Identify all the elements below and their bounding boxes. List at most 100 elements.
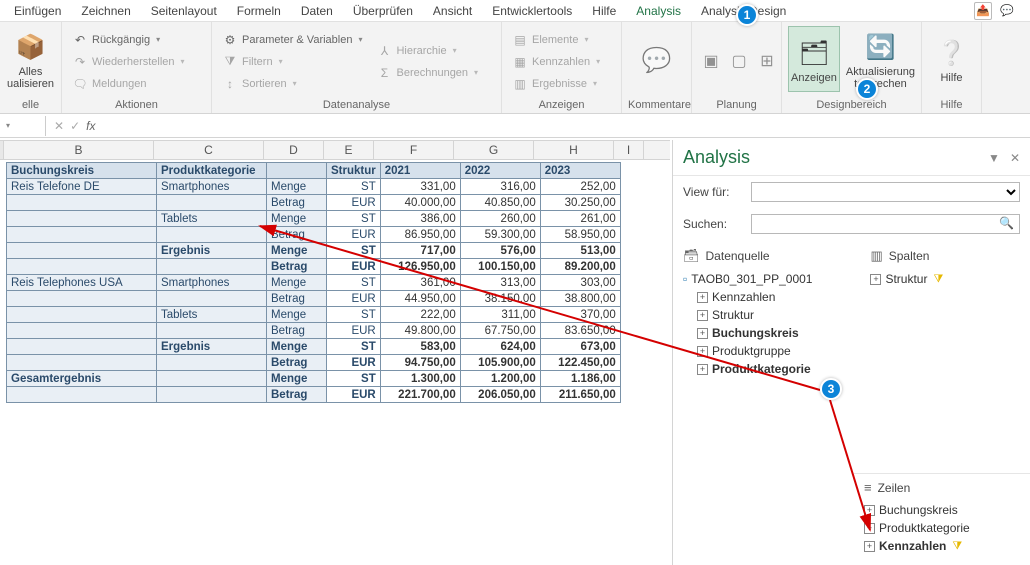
row-label[interactable]: Betrag: [267, 291, 327, 307]
row-label[interactable]: [157, 291, 267, 307]
cell-value[interactable]: 100.150,00: [460, 259, 540, 275]
comments-button[interactable]: 💬: [628, 26, 685, 92]
ds-item-produktgruppe[interactable]: + Produktgruppe: [683, 342, 862, 360]
row-label[interactable]: Gesamtergebnis: [7, 371, 157, 387]
cell-value[interactable]: 38.150,00: [460, 291, 540, 307]
params-button[interactable]: ⚙Parameter & Variablen▾: [218, 30, 366, 50]
designpanel-update-button[interactable]: 🔄 Aktualisierung terbrechen: [846, 26, 915, 92]
cell-value[interactable]: ST: [327, 179, 381, 195]
cell-value[interactable]: 311,00: [460, 307, 540, 323]
column-header-I[interactable]: I: [614, 141, 644, 159]
table-header[interactable]: 2022: [460, 163, 540, 179]
row-label[interactable]: Ergebnis: [157, 243, 267, 259]
row-label[interactable]: Tablets: [157, 211, 267, 227]
table-header[interactable]: 2021: [380, 163, 460, 179]
share-icon[interactable]: 📤: [974, 2, 992, 20]
row-label[interactable]: Menge: [267, 275, 327, 291]
columns-item-struktur[interactable]: + Struktur ⧩: [870, 270, 1020, 288]
cell-value[interactable]: 673,00: [540, 339, 620, 355]
cell-value[interactable]: 260,00: [460, 211, 540, 227]
menu-hilfe[interactable]: Hilfe: [582, 2, 626, 20]
cell-value[interactable]: 331,00: [380, 179, 460, 195]
cell-value[interactable]: 40.850,00: [460, 195, 540, 211]
row-label[interactable]: Betrag: [267, 323, 327, 339]
menu-zeichnen[interactable]: Zeichnen: [71, 2, 140, 20]
cell-value[interactable]: 361,00: [380, 275, 460, 291]
column-header-F[interactable]: F: [374, 141, 454, 159]
cell-value[interactable]: 30.250,00: [540, 195, 620, 211]
cell-value[interactable]: EUR: [327, 259, 381, 275]
cell-value[interactable]: ST: [327, 371, 381, 387]
column-header-B[interactable]: B: [4, 141, 154, 159]
search-icon[interactable]: 🔍: [999, 216, 1014, 230]
column-header-D[interactable]: D: [264, 141, 324, 159]
sort-button[interactable]: ↕Sortieren▾: [218, 74, 366, 94]
name-box[interactable]: ▾: [0, 116, 46, 136]
formula-input[interactable]: [103, 117, 1030, 135]
cell-value[interactable]: 83.650,00: [540, 323, 620, 339]
menu-einfügen[interactable]: Einfügen: [4, 2, 71, 20]
cell-value[interactable]: 717,00: [380, 243, 460, 259]
cell-value[interactable]: ST: [327, 307, 381, 323]
table-header[interactable]: 2023: [540, 163, 620, 179]
redo-button[interactable]: ↷Wiederherstellen▾: [68, 52, 189, 72]
row-label[interactable]: Betrag: [267, 259, 327, 275]
cell-value[interactable]: 370,00: [540, 307, 620, 323]
comment-icon[interactable]: 💬: [998, 2, 1016, 20]
fx-icon[interactable]: fx: [86, 119, 95, 133]
row-label[interactable]: [157, 387, 267, 403]
measures-button[interactable]: ▦Kennzahlen▾: [508, 52, 604, 72]
messages-button[interactable]: 🗨Meldungen: [68, 74, 189, 94]
cell-value[interactable]: 1.200,00: [460, 371, 540, 387]
cell-value[interactable]: ST: [327, 275, 381, 291]
pane-menu-icon[interactable]: ▼: [988, 151, 1000, 165]
cell-value[interactable]: 38.800,00: [540, 291, 620, 307]
cell-value[interactable]: 49.800,00: [380, 323, 460, 339]
cell-value[interactable]: ST: [327, 211, 381, 227]
cell-value[interactable]: 59.300,00: [460, 227, 540, 243]
cell-value[interactable]: EUR: [327, 195, 381, 211]
cell-value[interactable]: 576,00: [460, 243, 540, 259]
cell-value[interactable]: 44.950,00: [380, 291, 460, 307]
row-label[interactable]: Betrag: [267, 227, 327, 243]
cell-value[interactable]: ST: [327, 339, 381, 355]
rows-item-kennzahlen[interactable]: + Kennzahlen ⧩: [864, 537, 1020, 555]
row-label[interactable]: [157, 323, 267, 339]
cell-value[interactable]: 1.186,00: [540, 371, 620, 387]
filter-button[interactable]: ⧩Filtern▾: [218, 52, 366, 72]
row-label[interactable]: Ergebnis: [157, 339, 267, 355]
cell-value[interactable]: 58.950,00: [540, 227, 620, 243]
planning-btn2[interactable]: ▢: [726, 26, 752, 92]
ds-root[interactable]: ▫ TAOB0_301_PP_0001: [683, 270, 862, 288]
datasource-tree[interactable]: ▫ TAOB0_301_PP_0001+ Kennzahlen+ Struktu…: [683, 270, 862, 378]
cell-value[interactable]: 67.750,00: [460, 323, 540, 339]
cell-value[interactable]: 513,00: [540, 243, 620, 259]
row-label[interactable]: Tablets: [157, 307, 267, 323]
menu-analysis[interactable]: Analysis: [626, 2, 691, 20]
cell-value[interactable]: 40.000,00: [380, 195, 460, 211]
search-input[interactable]: [751, 214, 1020, 234]
row-label[interactable]: [7, 243, 157, 259]
view-for-select[interactable]: [751, 182, 1020, 202]
elements-button[interactable]: ▤Elemente▾: [508, 30, 604, 50]
cell-value[interactable]: EUR: [327, 227, 381, 243]
column-header-E[interactable]: E: [324, 141, 374, 159]
row-label[interactable]: Menge: [267, 339, 327, 355]
row-label[interactable]: Menge: [267, 243, 327, 259]
row-label[interactable]: Reis Telephones USA: [7, 275, 157, 291]
row-label[interactable]: [7, 291, 157, 307]
table-header[interactable]: Produktkategorie: [157, 163, 267, 179]
row-label[interactable]: Betrag: [267, 387, 327, 403]
menu-überprüfen[interactable]: Überprüfen: [343, 2, 423, 20]
cell-value[interactable]: 86.950,00: [380, 227, 460, 243]
hierarchy-button[interactable]: ⅄Hierarchie▾: [372, 41, 482, 61]
cancel-fx-icon[interactable]: ✕: [54, 119, 64, 133]
row-label[interactable]: [7, 339, 157, 355]
cell-value[interactable]: EUR: [327, 291, 381, 307]
row-label[interactable]: [157, 195, 267, 211]
worksheet[interactable]: BCDEFGHI BuchungskreisProduktkategorieSt…: [0, 140, 670, 565]
ds-item-buchungskreis[interactable]: + Buchungskreis: [683, 324, 862, 342]
row-label[interactable]: Betrag: [267, 195, 327, 211]
row-label[interactable]: Menge: [267, 211, 327, 227]
row-label[interactable]: Smartphones: [157, 179, 267, 195]
